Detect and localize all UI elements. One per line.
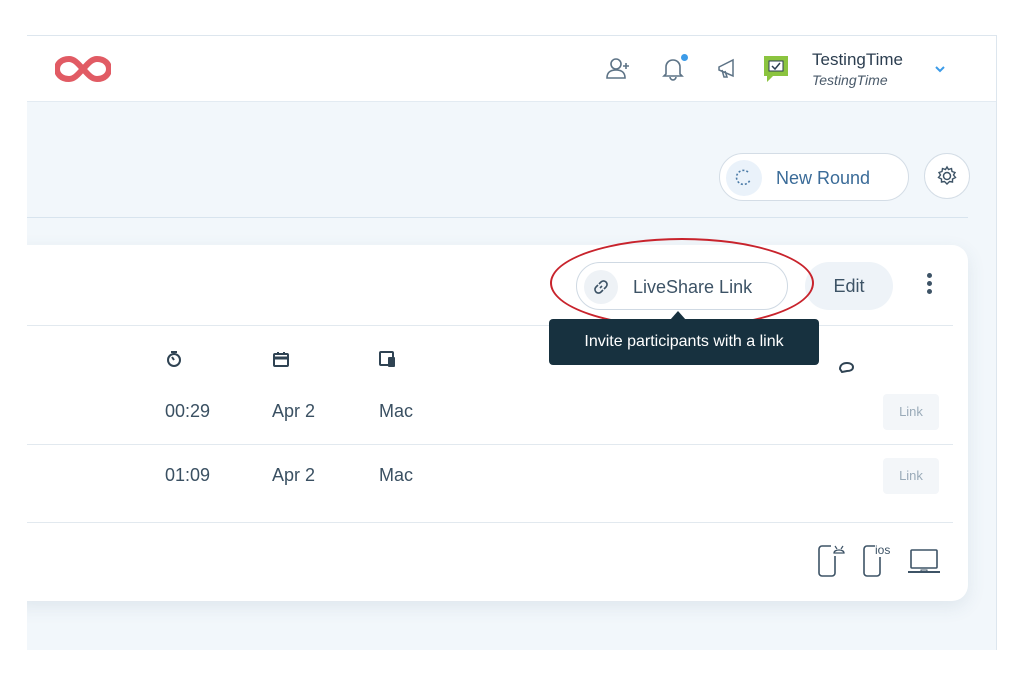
- row-1-link-label: Link: [899, 404, 923, 419]
- link-icon: [584, 270, 618, 304]
- refresh-icon: [726, 160, 762, 196]
- app-window: TestingTime TestingTime New Round LiveSh…: [27, 35, 997, 650]
- chat-icon: [837, 355, 855, 374]
- liveshare-tooltip: Invite participants with a link: [549, 319, 819, 365]
- row-2-duration: 01:09: [165, 465, 211, 485]
- row-divider: [27, 522, 953, 523]
- gear-icon: [937, 165, 957, 185]
- row-2-date: Apr 2: [272, 465, 316, 485]
- section-divider: [27, 217, 968, 218]
- company-name[interactable]: TestingTime: [812, 72, 888, 88]
- edit-label: Edit: [833, 276, 865, 296]
- row-divider: [27, 444, 953, 445]
- liveshare-link-label: LiveShare Link: [633, 277, 753, 297]
- ios-phone-icon[interactable]: ios: [862, 542, 896, 578]
- liveshare-link-button[interactable]: LiveShare Link: [576, 262, 788, 310]
- laptop-icon[interactable]: [907, 542, 941, 578]
- notification-bell-icon[interactable]: [660, 54, 688, 82]
- row-2-link-label: Link: [899, 468, 923, 483]
- round-card: LiveShare Link Edit Invite participants …: [27, 238, 968, 601]
- edit-button[interactable]: Edit: [805, 262, 893, 310]
- top-bar: TestingTime TestingTime: [27, 36, 996, 102]
- settings-button[interactable]: [924, 153, 970, 199]
- new-round-button[interactable]: New Round: [719, 153, 909, 201]
- new-round-label: New Round: [776, 168, 871, 188]
- ios-label: ios: [875, 543, 890, 557]
- row-1-link-button[interactable]: Link: [883, 394, 939, 430]
- user-name[interactable]: TestingTime: [812, 50, 903, 70]
- row-2-device: Mac: [379, 465, 414, 485]
- row-1-date: Apr 2: [272, 401, 316, 421]
- more-options-icon[interactable]: [919, 270, 939, 300]
- row-1-device: Mac: [379, 401, 414, 421]
- android-phone-icon[interactable]: [817, 542, 851, 578]
- row-2-link-button[interactable]: Link: [883, 458, 939, 494]
- devices-icon: [379, 350, 397, 368]
- company-logo: [761, 53, 791, 85]
- testingtime-logo[interactable]: [53, 55, 113, 83]
- row-1-duration: 00:29: [165, 401, 211, 421]
- announcement-megaphone-icon[interactable]: [715, 56, 741, 82]
- timer-icon: [165, 350, 183, 368]
- calendar-icon: [272, 350, 290, 368]
- notification-dot: [681, 54, 688, 61]
- chevron-down-icon[interactable]: [933, 62, 947, 76]
- add-user-icon[interactable]: [605, 56, 631, 82]
